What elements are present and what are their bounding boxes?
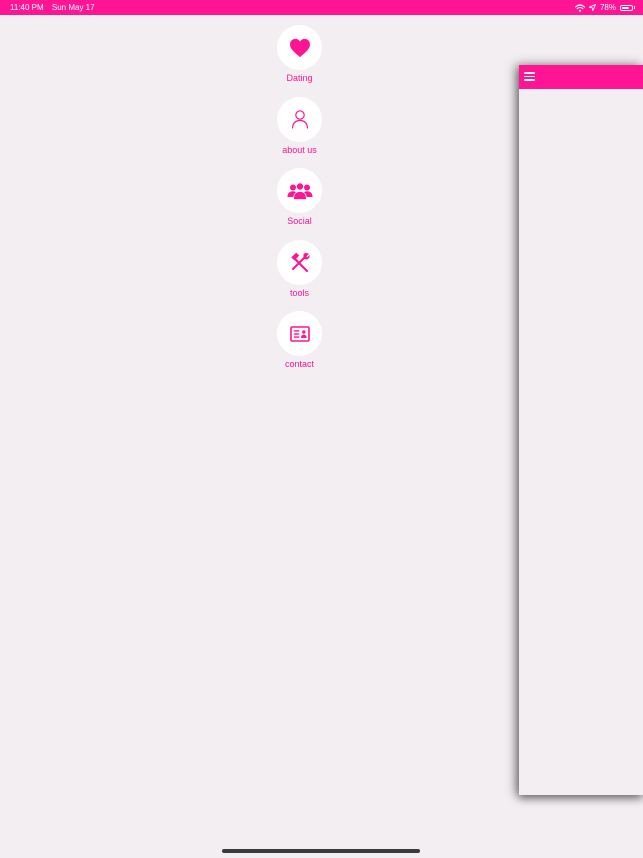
menu-label-contact: contact — [284, 359, 315, 369]
person-outline-icon — [291, 110, 308, 129]
menu-label-tools: tools — [289, 287, 309, 298]
heart-icon — [289, 38, 310, 57]
status-time-date: 11:40 PM Sun May 17 — [10, 0, 95, 15]
menu-item-dating[interactable]: Dating — [260, 25, 339, 97]
hammer-wrench-icon — [290, 252, 310, 272]
status-time: 11:40 PM — [10, 3, 44, 12]
menu-label-social: Social — [287, 216, 312, 226]
status-date: Sun May 17 — [51, 3, 95, 12]
battery-percent: 78% — [599, 3, 616, 12]
menu-item-tools[interactable]: tools — [260, 239, 339, 312]
menu-label-dating: Dating — [286, 73, 313, 83]
menu-icon-circle — [277, 168, 322, 213]
menu-icon-circle — [277, 311, 322, 356]
menu-item-about-us[interactable]: about us — [260, 96, 339, 169]
contact-card-icon — [289, 325, 310, 342]
battery-tip — [634, 6, 635, 9]
menu-item-social[interactable]: Social — [260, 168, 339, 240]
group-icon — [287, 182, 312, 200]
menu-label-about-us: about us — [282, 144, 317, 155]
menu-icon-circle — [277, 239, 322, 285]
wifi-icon — [574, 3, 585, 12]
battery-icon — [620, 4, 633, 11]
side-menu: Dating about us Social tools contact — [260, 25, 339, 383]
panel-header — [519, 65, 643, 89]
status-indicators: 78% — [574, 0, 635, 15]
status-bar: 11:40 PM Sun May 17 78% — [0, 0, 643, 15]
menu-icon-circle — [277, 96, 322, 142]
battery-fill — [622, 6, 629, 9]
hamburger-menu-icon[interactable] — [524, 72, 535, 81]
main-content-panel[interactable] — [519, 65, 643, 795]
menu-icon-circle — [277, 25, 322, 70]
menu-item-contact[interactable]: contact — [260, 311, 339, 383]
location-arrow-icon — [588, 4, 596, 11]
home-indicator[interactable] — [222, 849, 420, 853]
